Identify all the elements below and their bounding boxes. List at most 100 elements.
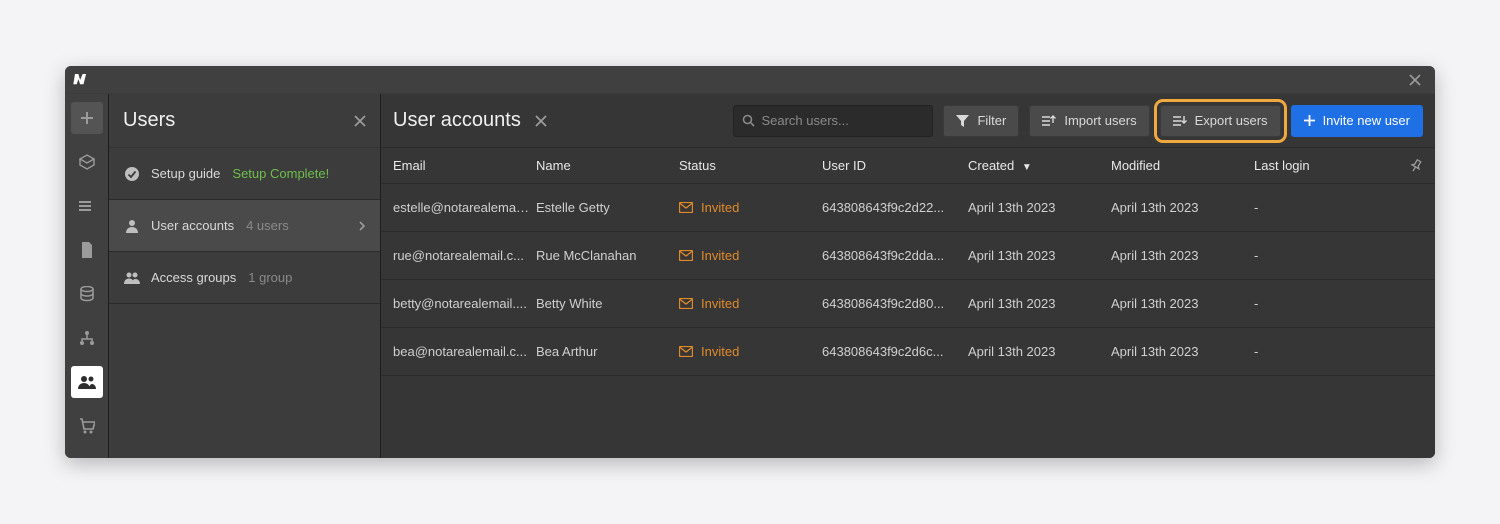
sidebar-item-label: User accounts: [151, 218, 234, 233]
cell-status: Invited: [679, 248, 822, 263]
search-input[interactable]: [761, 113, 937, 128]
th-email[interactable]: Email: [393, 158, 536, 173]
export-label: Export users: [1195, 113, 1268, 128]
rail-cms-icon[interactable]: [71, 146, 103, 178]
cell-status: Invited: [679, 200, 822, 215]
cell-modified: April 13th 2023: [1111, 344, 1254, 359]
rail-pages-icon[interactable]: [71, 234, 103, 266]
table-row[interactable]: rue@notarealemail.c...Rue McClanahan Invi…: [381, 232, 1435, 280]
cell-status: Invited: [679, 296, 822, 311]
users-panel-list: Setup guide Setup Complete! User account…: [109, 148, 380, 304]
pin-column-icon[interactable]: [1395, 159, 1423, 173]
export-users-button[interactable]: Export users: [1160, 105, 1281, 137]
status-text: Invited: [701, 296, 739, 311]
import-label: Import users: [1064, 113, 1136, 128]
sidebar-item-access-groups[interactable]: Access groups 1 group: [109, 252, 380, 304]
th-user-id[interactable]: User ID: [822, 158, 968, 173]
users-panel: Users Setup guide Setup Complete!: [109, 94, 381, 458]
status-text: Invited: [701, 200, 739, 215]
app-frame: Users Setup guide Setup Complete!: [65, 66, 1435, 458]
left-rail: [65, 94, 109, 458]
titlebar: [65, 66, 1435, 94]
cell-name: Rue McClanahan: [536, 248, 679, 263]
chevron-right-icon: [358, 221, 366, 231]
rail-users-icon[interactable]: [71, 366, 103, 398]
cell-user-id: 643808643f9c2d22...: [822, 200, 968, 215]
rail-ecommerce-icon[interactable]: [71, 410, 103, 442]
cell-email: estelle@notarealemail...: [393, 200, 536, 215]
cell-last-login: -: [1254, 200, 1395, 215]
invite-label: Invite new user: [1323, 113, 1410, 128]
sidebar-item-meta: 1 group: [248, 270, 292, 285]
cell-status: Invited: [679, 344, 822, 359]
cell-email: betty@notarealemail....: [393, 296, 536, 311]
th-modified[interactable]: Modified: [1111, 158, 1254, 173]
th-created-label: Created: [968, 158, 1014, 173]
status-text: Invited: [701, 344, 739, 359]
cell-modified: April 13th 2023: [1111, 296, 1254, 311]
sort-desc-icon: ▼: [1022, 162, 1032, 173]
import-icon: [1042, 115, 1056, 127]
table-header: Email Name Status User ID Created ▼ Modi…: [381, 148, 1435, 184]
table-body: estelle@notarealemail...Estelle Getty Inv…: [381, 184, 1435, 376]
rail-add-button[interactable]: [71, 102, 103, 134]
main-title: User accounts: [393, 109, 521, 132]
sidebar-item-meta: Setup Complete!: [232, 166, 329, 181]
table-row[interactable]: bea@notarealemail.c...Bea ArthurInvited6…: [381, 328, 1435, 376]
cell-modified: April 13th 2023: [1111, 248, 1254, 263]
table-row[interactable]: estelle@notarealemail...Estelle Getty Inv…: [381, 184, 1435, 232]
cell-last-login: -: [1254, 296, 1395, 311]
status-text: Invited: [701, 248, 739, 263]
cell-name: Betty White: [536, 296, 679, 311]
cell-created: April 13th 2023: [968, 344, 1111, 359]
main-panel: User accounts Filter: [381, 94, 1435, 458]
sidebar-item-label: Access groups: [151, 270, 236, 285]
sidebar-item-meta: 4 users: [246, 218, 289, 233]
envelope-icon: [679, 346, 693, 357]
webflow-logo-icon: [73, 74, 91, 86]
close-window-icon[interactable]: [1401, 66, 1429, 94]
close-main-icon[interactable]: [535, 115, 547, 127]
invite-new-user-button[interactable]: Invite new user: [1291, 105, 1423, 137]
filter-button[interactable]: Filter: [943, 105, 1019, 137]
cell-last-login: -: [1254, 344, 1395, 359]
cell-user-id: 643808643f9c2d6c...: [822, 344, 968, 359]
cell-user-id: 643808643f9c2dda...: [822, 248, 968, 263]
sidebar-item-user-accounts[interactable]: User accounts 4 users: [109, 200, 380, 252]
th-last-login[interactable]: Last login: [1254, 158, 1395, 173]
filter-label: Filter: [977, 113, 1006, 128]
rail-structure-icon[interactable]: [71, 322, 103, 354]
sidebar-item-label: Setup guide: [151, 166, 220, 181]
users-panel-title: Users: [123, 109, 175, 132]
close-users-panel-icon[interactable]: [354, 115, 366, 127]
th-created[interactable]: Created ▼: [968, 158, 1111, 173]
cell-email: rue@notarealemail.c...: [393, 248, 536, 263]
user-icon: [123, 217, 141, 235]
cell-created: April 13th 2023: [968, 248, 1111, 263]
cell-created: April 13th 2023: [968, 200, 1111, 215]
cell-name: Estelle Getty: [536, 200, 679, 215]
plus-icon: [1304, 115, 1315, 126]
check-circle-icon: [123, 165, 141, 183]
cell-created: April 13th 2023: [968, 296, 1111, 311]
rail-database-icon[interactable]: [71, 278, 103, 310]
table-row[interactable]: betty@notarealemail....Betty White Invite…: [381, 280, 1435, 328]
cell-email: bea@notarealemail.c...: [393, 344, 536, 359]
cell-modified: April 13th 2023: [1111, 200, 1254, 215]
import-users-button[interactable]: Import users: [1029, 105, 1149, 137]
envelope-icon: [679, 250, 693, 261]
envelope-icon: [679, 202, 693, 213]
sidebar-item-setup-guide[interactable]: Setup guide Setup Complete!: [109, 148, 380, 200]
th-name[interactable]: Name: [536, 158, 679, 173]
export-icon: [1173, 115, 1187, 127]
users-panel-header: Users: [109, 94, 380, 148]
rail-settings-lines-icon[interactable]: [71, 190, 103, 222]
shell: Users Setup guide Setup Complete!: [65, 94, 1435, 458]
users-group-icon: [123, 269, 141, 287]
envelope-icon: [679, 298, 693, 309]
cell-user-id: 643808643f9c2d80...: [822, 296, 968, 311]
cell-last-login: -: [1254, 248, 1395, 263]
th-status[interactable]: Status: [679, 158, 822, 173]
search-icon: [742, 114, 755, 127]
filter-icon: [956, 115, 969, 127]
